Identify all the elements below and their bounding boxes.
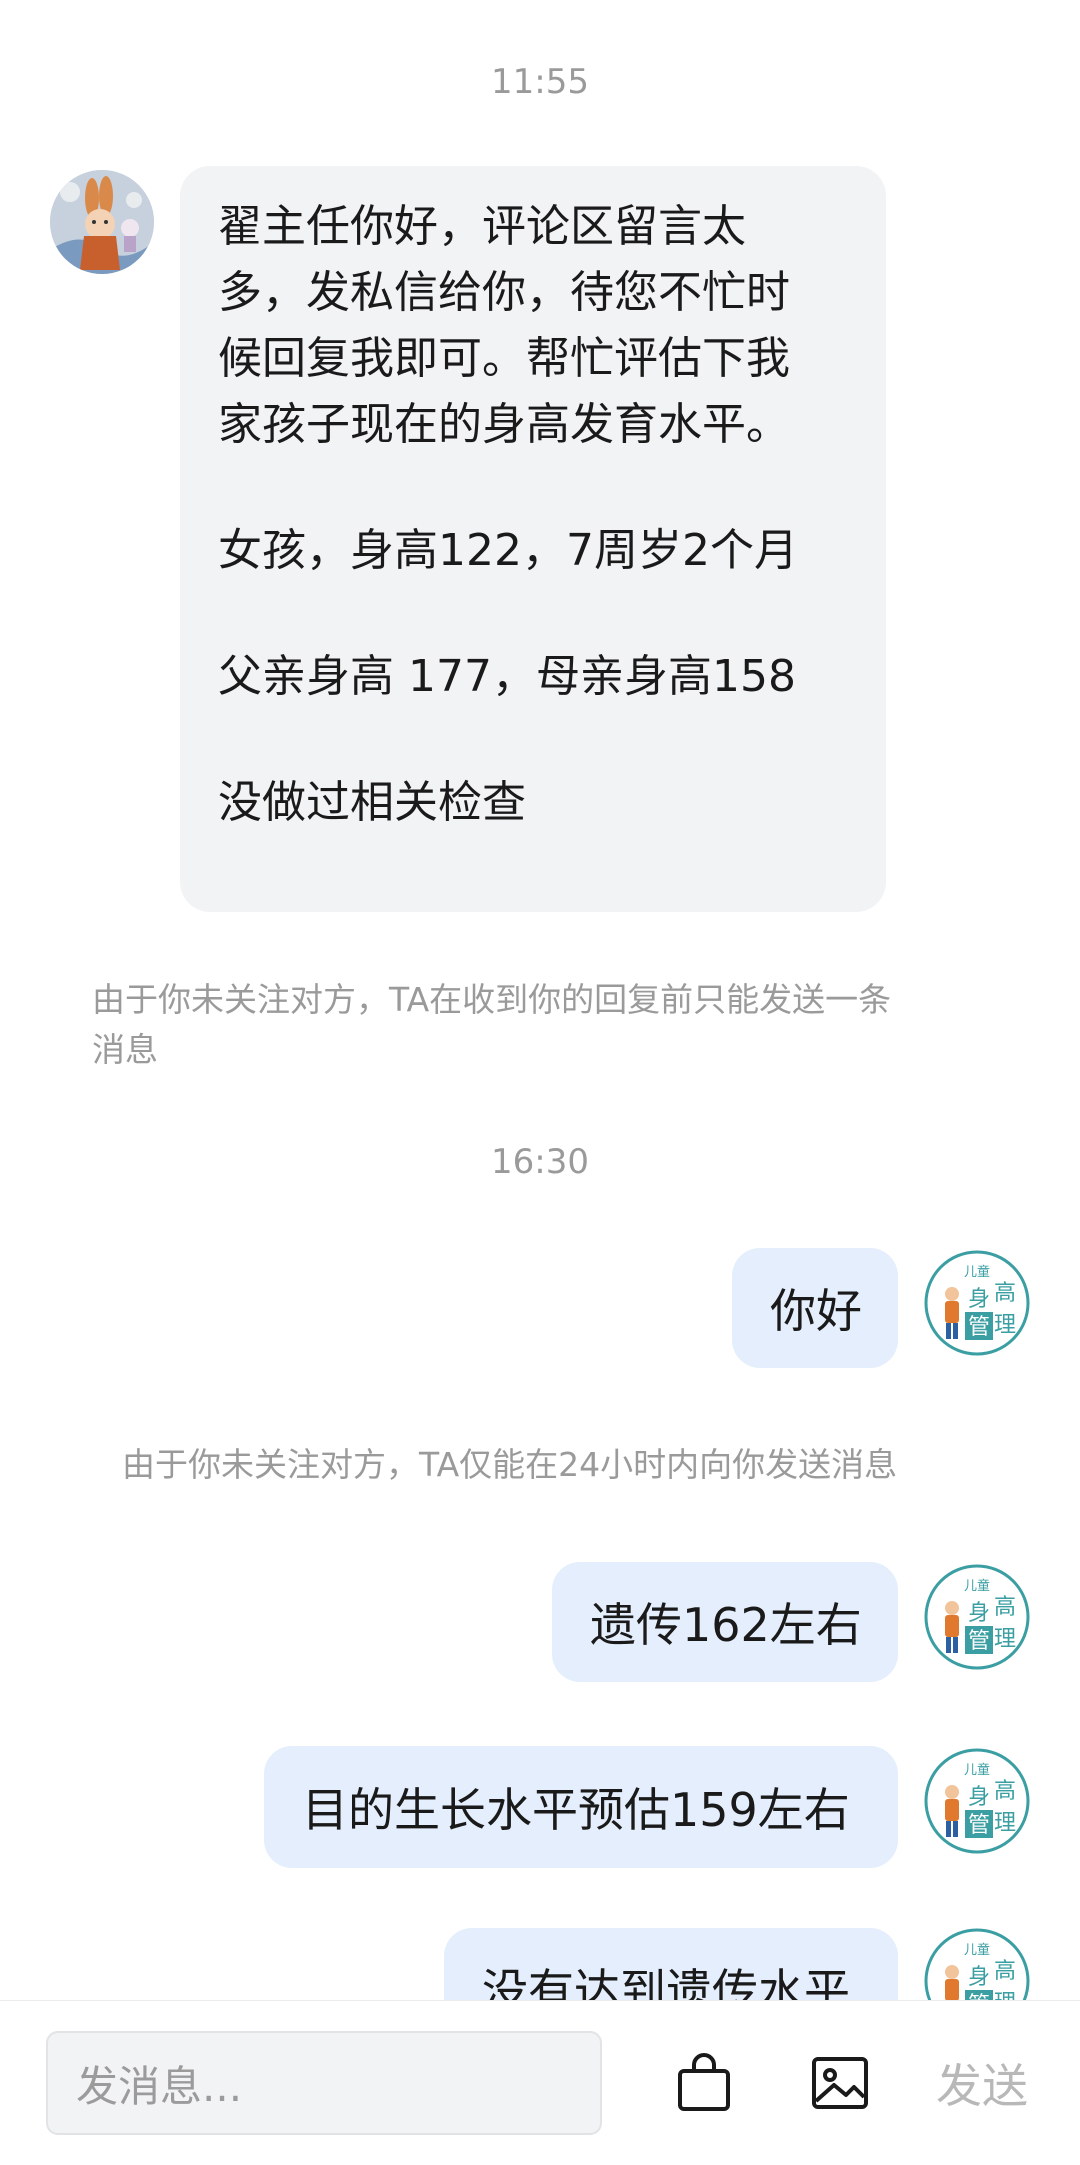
svg-text:理: 理 <box>994 1811 1016 1836</box>
message-line: 多，发私信给你，待您不忙时 <box>218 267 790 318</box>
height-management-logo-icon: 儿童 身 高 管 理 <box>924 1564 1030 1670</box>
message-line: 没做过相关检查 <box>218 777 526 828</box>
svg-text:理: 理 <box>994 1627 1016 1652</box>
my-avatar[interactable]: 儿童 身 高 管 理 <box>924 1564 1030 1670</box>
svg-text:身: 身 <box>968 1601 990 1626</box>
outgoing-message-bubble[interactable]: 目的生长水平预估159左右 <box>264 1746 898 1868</box>
message-text: 没有达到遗传水平 <box>482 1964 850 2000</box>
message-text: 遗传162左右 <box>590 1598 862 1652</box>
message-composer: 发消息... 发送 <box>0 2000 1080 2165</box>
height-management-logo-icon: 儿童 身 高 管 理 <box>924 1748 1030 1854</box>
my-avatar[interactable]: 儿童 身 高 管 理 <box>924 1748 1030 1854</box>
outgoing-message-bubble[interactable]: 你好 <box>732 1248 898 1368</box>
outgoing-message-bubble[interactable]: 没有达到遗传水平 <box>444 1928 898 2000</box>
svg-text:儿童: 儿童 <box>964 1578 990 1594</box>
incoming-message-bubble[interactable]: 翟主任你好，评论区留言太 多，发私信给你，待您不忙时 候回复我即可。帮忙评估下我… <box>180 166 886 912</box>
svg-text:理: 理 <box>994 1313 1016 1338</box>
svg-text:高: 高 <box>994 1779 1016 1804</box>
height-management-logo-icon: 儿童 身 高 管 理 <box>924 1928 1030 2000</box>
svg-text:高: 高 <box>994 1959 1016 1984</box>
image-icon[interactable] <box>808 2051 872 2115</box>
follow-notice-line: 由于你未关注对方，TA在收到你的回复前只能发送一条 <box>92 980 892 1019</box>
message-line: 家孩子现在的身高发育水平。 <box>218 399 790 450</box>
my-avatar[interactable]: 儿童 身 高 管 理 <box>924 1928 1030 2000</box>
message-line: 翟主任你好，评论区留言太 <box>218 201 746 252</box>
height-management-logo-icon: 儿童 身 高 管 理 <box>924 1250 1030 1356</box>
outgoing-message-bubble[interactable]: 遗传162左右 <box>552 1562 898 1682</box>
svg-text:管: 管 <box>968 1813 990 1838</box>
send-button[interactable]: 发送 <box>936 2041 1028 2125</box>
svg-text:身: 身 <box>968 1287 990 1312</box>
svg-text:儿童: 儿童 <box>964 1762 990 1778</box>
svg-text:管: 管 <box>968 1629 990 1654</box>
message-line: 女孩，身高122，7周岁2个月 <box>218 525 798 576</box>
svg-text:身: 身 <box>968 1785 990 1810</box>
shopping-bag-icon[interactable] <box>672 2051 736 2115</box>
timestamp: 11:55 <box>491 62 589 102</box>
chat-area[interactable]: 11:55 翟主任你好，评论区留言太 多，发私信给你，待您不忙时 候回复我即可。… <box>0 0 1080 2000</box>
follow-notice: 由于你未关注对方，TA仅能在24小时内向你发送消息 <box>122 1445 898 1484</box>
sender-avatar[interactable] <box>50 170 154 274</box>
svg-text:高: 高 <box>994 1595 1016 1620</box>
message-input-placeholder: 发消息... <box>76 2061 243 2111</box>
message-text: 目的生长水平预估159左右 <box>302 1783 850 1837</box>
svg-text:管: 管 <box>968 1993 990 2000</box>
message-text: 你好 <box>770 1284 862 1338</box>
svg-text:管: 管 <box>968 1315 990 1340</box>
svg-text:身: 身 <box>968 1965 990 1990</box>
svg-text:理: 理 <box>994 1991 1016 2000</box>
follow-notice: 由于你未关注对方，TA在收到你的回复前只能发送一条 消息 <box>92 975 891 1075</box>
my-avatar[interactable]: 儿童 身 高 管 理 <box>924 1250 1030 1356</box>
timestamp: 16:30 <box>491 1142 589 1182</box>
message-input[interactable]: 发消息... <box>46 2031 602 2135</box>
message-line: 父亲身高 177，母亲身高158 <box>218 651 796 702</box>
follow-notice-line: 消息 <box>92 1030 158 1069</box>
svg-text:高: 高 <box>994 1281 1016 1306</box>
message-line: 候回复我即可。帮忙评估下我 <box>218 333 790 384</box>
svg-text:儿童: 儿童 <box>964 1942 990 1958</box>
svg-text:儿童: 儿童 <box>964 1264 990 1280</box>
